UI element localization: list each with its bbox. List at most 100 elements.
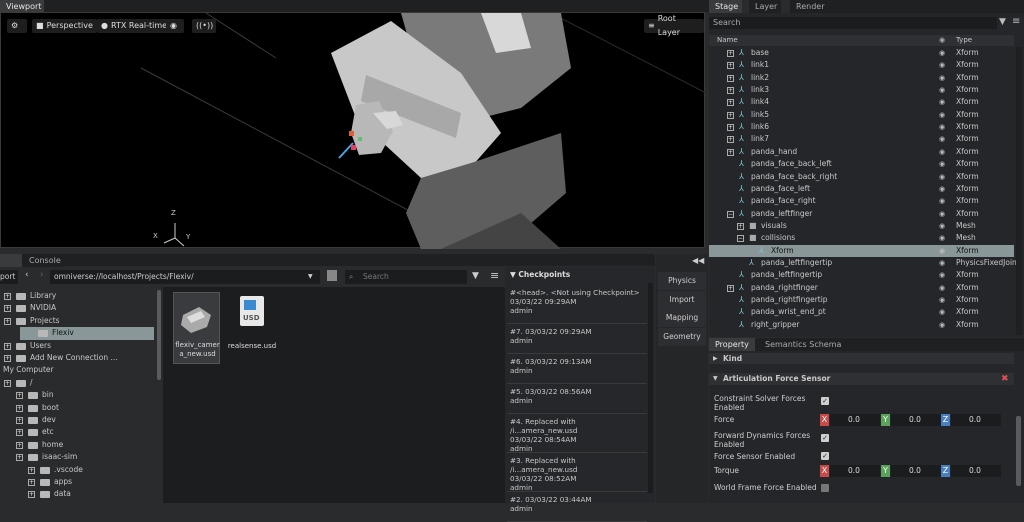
- path-field[interactable]: omniverse://localhost/Projects/Flexiv/ ▼: [50, 270, 320, 284]
- expand-icon[interactable]: +: [16, 392, 23, 400]
- visibility-eye-icon[interactable]: ◉: [939, 171, 945, 183]
- expand-icon[interactable]: +: [727, 87, 734, 95]
- expand-icon[interactable]: +: [4, 317, 11, 325]
- property-scrollbar[interactable]: [1016, 416, 1021, 486]
- folder-tree-item[interactable]: + apps: [0, 476, 156, 489]
- stage-tree-row[interactable]: ⅄ panda_face_back_right ◉ Xform: [709, 171, 1014, 183]
- stage-tree-row[interactable]: + ⅄ base ◉ Xform: [709, 47, 1014, 59]
- expand-icon[interactable]: +: [4, 305, 11, 313]
- visibility-eye-icon[interactable]: ◉: [939, 294, 945, 306]
- content-filter-icon[interactable]: ▼: [472, 271, 479, 281]
- visibility-eye-icon[interactable]: ◉: [939, 109, 945, 121]
- checkpoint-item[interactable]: #5. 03/03/22 08:56AM admin: [507, 384, 647, 414]
- folder-tree-item[interactable]: + boot: [0, 402, 156, 415]
- visibility-eye-icon[interactable]: ◉: [939, 183, 945, 195]
- collapse-icon[interactable]: −: [737, 235, 744, 243]
- expand-icon[interactable]: +: [727, 50, 734, 57]
- forward-arrow-icon[interactable]: ›: [40, 270, 44, 280]
- content-options-icon[interactable]: ≡: [490, 269, 499, 282]
- expand-icon[interactable]: +: [727, 136, 734, 144]
- visibility-eye-icon[interactable]: ◉: [939, 208, 945, 220]
- stage-tree-row[interactable]: + ⅄ panda_hand ◉ Xform: [709, 146, 1014, 158]
- remove-component-icon[interactable]: ✖: [1001, 373, 1009, 385]
- side-button-geometry[interactable]: Geometry: [658, 327, 706, 346]
- force-y-field[interactable]: 0.0: [891, 414, 941, 426]
- stage-tree-row[interactable]: ⅄ panda_leftfingertip ◉ Xform: [709, 269, 1014, 281]
- visibility-eye-icon[interactable]: ◉: [939, 72, 945, 84]
- expand-icon[interactable]: +: [16, 429, 23, 437]
- visibility-eye-icon[interactable]: ◉: [939, 220, 945, 232]
- tab-console[interactable]: Console: [23, 254, 63, 267]
- tab-semantics-schema-editor[interactable]: Semantics Schema Editor: [759, 338, 869, 362]
- folder-tree-item[interactable]: + etc: [0, 426, 156, 439]
- eye-icon[interactable]: ◉: [166, 19, 184, 33]
- folder-tree-item[interactable]: + .vscode: [0, 464, 156, 477]
- world-frame-checkbox[interactable]: [821, 484, 829, 492]
- stage-tree-row[interactable]: ⅄ panda_wrist_end_pt ◉ Xform: [709, 306, 1014, 318]
- expand-icon[interactable]: +: [4, 342, 11, 350]
- checkpoint-item[interactable]: #7. 03/03/22 09:29AM admin: [507, 324, 647, 354]
- tab-layer[interactable]: Layer: [749, 0, 781, 13]
- options-icon[interactable]: ≡: [1012, 16, 1020, 27]
- folder-tree-item[interactable]: + Library: [0, 290, 156, 303]
- visibility-eye-icon[interactable]: ◉: [939, 245, 945, 257]
- force-sensor-enabled-checkbox[interactable]: ✓: [821, 452, 829, 460]
- expand-icon[interactable]: [26, 330, 33, 337]
- visibility-eye-icon[interactable]: ◉: [939, 47, 945, 59]
- settings-gear-icon[interactable]: ⚙: [7, 19, 27, 33]
- expand-icon[interactable]: +: [727, 62, 734, 70]
- side-button-physics[interactable]: Physics: [658, 272, 706, 290]
- visibility-eye-icon[interactable]: ◉: [939, 133, 945, 145]
- expand-icon[interactable]: +: [727, 148, 734, 156]
- stage-tree-row[interactable]: + ■ visuals ◉ Mesh: [709, 220, 1014, 232]
- constraint-solver-checkbox[interactable]: ✓: [821, 397, 829, 405]
- folder-tree-scrollbar[interactable]: [157, 290, 161, 380]
- torque-y-field[interactable]: 0.0: [891, 465, 941, 477]
- stage-tree-row[interactable]: + ⅄ panda_rightfinger ◉ Xform: [709, 282, 1014, 294]
- expand-icon[interactable]: +: [4, 293, 11, 300]
- stage-tree-row[interactable]: ⅄ panda_leftfingertip ◉ PhysicsFixedJoin: [709, 257, 1017, 269]
- visibility-eye-icon[interactable]: ◉: [939, 158, 945, 170]
- force-x-field[interactable]: 0.0: [830, 414, 880, 426]
- checkpoint-item[interactable]: #4. Replaced with /i...amera_new.usd 03/0…: [507, 414, 647, 453]
- torque-z-field[interactable]: 0.0: [951, 465, 1001, 477]
- visibility-eye-icon[interactable]: ◉: [939, 319, 945, 331]
- checkpoint-item[interactable]: #<head>. <Not using Checkpoint> 03/03/22 …: [507, 285, 647, 324]
- stage-tree-row[interactable]: + ⅄ link4 ◉ Xform: [709, 96, 1014, 108]
- folder-tree-item[interactable]: + Users: [0, 340, 156, 353]
- stage-tree-row[interactable]: ⅄ panda_face_right ◉ Xform: [709, 195, 1014, 207]
- tab-stage[interactable]: Stage: [709, 0, 742, 13]
- camera-perspective-button[interactable]: ■ Perspective: [32, 19, 97, 33]
- stage-scrollbar[interactable]: [1016, 47, 1022, 335]
- expand-icon[interactable]: +: [727, 74, 734, 82]
- expand-icon[interactable]: +: [16, 417, 23, 424]
- checkpoint-item[interactable]: #2. 03/03/22 03:44AM admin: [507, 492, 647, 522]
- tab-content[interactable]: [0, 254, 22, 267]
- visibility-eye-icon[interactable]: ◉: [939, 282, 945, 294]
- expand-icon[interactable]: +: [28, 491, 35, 499]
- expand-icon[interactable]: +: [4, 355, 11, 362]
- expand-icon[interactable]: +: [28, 479, 35, 486]
- bookmark-icon[interactable]: [327, 270, 337, 281]
- folder-tree-item[interactable]: + NVIDIA: [0, 302, 156, 315]
- stage-tree-row[interactable]: + ⅄ link6 ◉ Xform: [709, 121, 1014, 133]
- tab-property[interactable]: Property: [709, 338, 755, 351]
- folder-tree-item[interactable]: + data: [0, 488, 156, 501]
- folder-tree-item[interactable]: + /: [0, 377, 156, 390]
- folder-tree-item[interactable]: + bin: [0, 389, 156, 402]
- visibility-eye-icon[interactable]: ◉: [939, 306, 945, 318]
- articulation-force-sensor-section[interactable]: ▼ Articulation Force Sensor ✖: [709, 373, 1014, 385]
- expand-icon[interactable]: +: [28, 466, 35, 474]
- stage-tree-row[interactable]: + ⅄ link1 ◉ Xform: [709, 59, 1014, 71]
- folder-tree-item[interactable]: My Computer: [0, 364, 156, 377]
- visibility-eye-icon[interactable]: ◉: [939, 232, 945, 244]
- torque-x-field[interactable]: 0.0: [830, 465, 880, 477]
- stage-tree-row[interactable]: ⅄ panda_rightfingertip ◉ Xform: [709, 294, 1014, 306]
- visibility-eye-icon[interactable]: ◉: [939, 59, 945, 71]
- render-mode-button[interactable]: ● RTX Real-time: [97, 19, 172, 33]
- folder-tree-item[interactable]: Flexiv: [20, 327, 154, 340]
- path-dropdown-icon[interactable]: ▼: [308, 270, 313, 284]
- expand-icon[interactable]: +: [727, 284, 734, 292]
- stage-tree-row[interactable]: ⅄ panda_face_back_left ◉ Xform: [709, 158, 1014, 170]
- checkpoint-item[interactable]: #3. Replaced with /i...amera_new.usd 03/0…: [507, 453, 647, 492]
